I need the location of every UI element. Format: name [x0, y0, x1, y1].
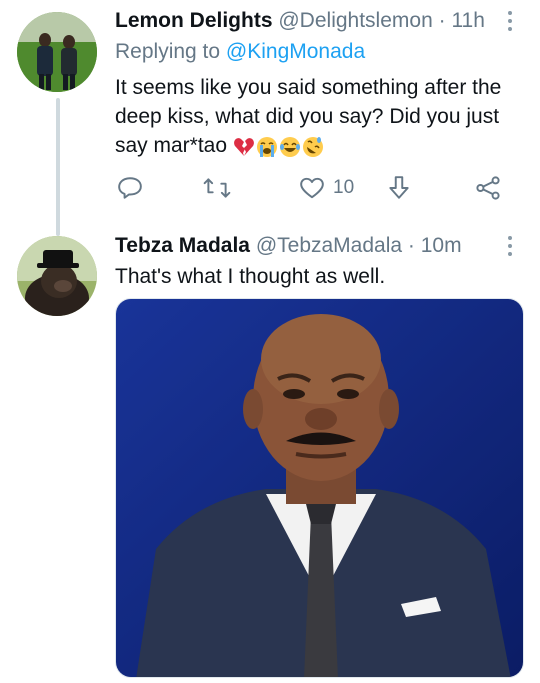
share-network-button[interactable]	[475, 173, 501, 203]
share-button[interactable]	[387, 173, 411, 203]
more-options-icon[interactable]	[507, 11, 513, 33]
thread-line	[56, 98, 60, 236]
share-network-icon	[476, 176, 500, 200]
separator: ·	[407, 234, 415, 257]
share-arrow-icon	[389, 176, 409, 199]
tweet-media-photo[interactable]	[115, 298, 524, 678]
avatar-tebza-madala[interactable]	[17, 236, 97, 316]
timestamp[interactable]: 11h	[451, 9, 484, 32]
emoji-row	[233, 132, 325, 161]
loudly-crying-face-icon	[256, 136, 278, 158]
replying-prefix: Replying to	[115, 40, 221, 63]
display-name[interactable]: Lemon Delights	[115, 9, 273, 32]
broken-heart-icon	[233, 136, 255, 158]
tears-of-joy-face-icon	[279, 136, 301, 158]
reply-button[interactable]	[117, 173, 143, 203]
avatar-lemon-delights[interactable]	[17, 12, 97, 92]
retweet-icon	[203, 178, 231, 198]
timestamp[interactable]: 10m	[421, 234, 462, 257]
separator: ·	[438, 9, 446, 32]
like-button[interactable]: 10	[299, 173, 354, 203]
tweet-lemon-delights[interactable]: Lemon Delights @Delightslemon · 11h Repl…	[0, 0, 540, 236]
handle[interactable]: @TebzaMadala	[256, 234, 402, 257]
tweet-text-content: That's what I thought as well.	[115, 265, 386, 288]
retweet-button[interactable]	[203, 173, 231, 203]
display-name[interactable]: Tebza Madala	[115, 234, 250, 257]
tweet-text: That's what I thought as well.	[115, 262, 520, 291]
mention-link[interactable]: @KingMonada	[226, 40, 365, 63]
rolling-on-floor-laughing-icon	[302, 136, 324, 158]
tweet-header: Lemon Delights @Delightslemon · 11h	[115, 8, 485, 34]
tweet-text: It seems like you said something after t…	[115, 73, 520, 161]
like-count: 10	[333, 177, 355, 198]
heart-icon	[300, 177, 324, 199]
handle[interactable]: @Delightslemon	[278, 9, 432, 32]
replying-to: Replying to @KingMonada	[115, 39, 365, 65]
more-options-icon[interactable]	[507, 236, 513, 258]
tweet-actions: 10	[115, 173, 505, 203]
reply-icon	[118, 177, 142, 199]
tweet-header: Tebza Madala @TebzaMadala · 10m	[115, 233, 462, 259]
